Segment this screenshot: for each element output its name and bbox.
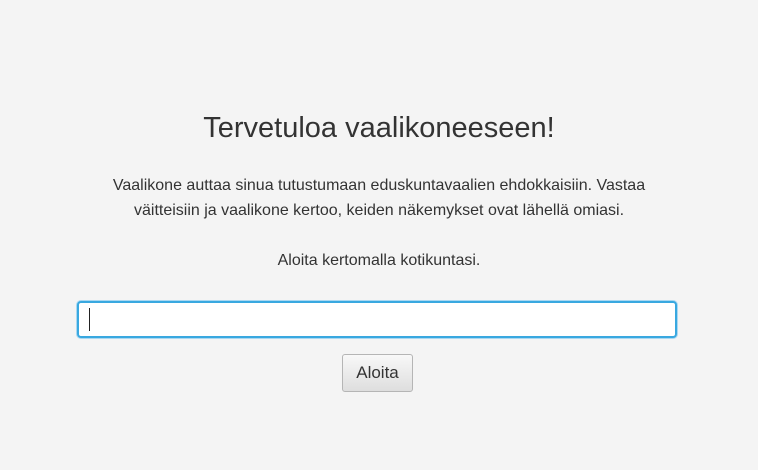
intro-line-2: väitteisiin ja vaalikone kertoo, keiden … — [133, 202, 625, 219]
page-title: Tervetuloa vaalikoneeseen! — [203, 112, 555, 144]
municipality-input[interactable] — [77, 301, 677, 338]
text-caret — [89, 308, 90, 331]
intro-text: Vaalikone auttaa sinua tutustumaan edusk… — [40, 173, 718, 223]
start-button[interactable]: Aloita — [342, 354, 413, 392]
municipality-prompt: Aloita kertomalla kotikuntasi. — [277, 252, 481, 269]
intro-line-1: Vaalikone auttaa sinua tutustumaan edusk… — [112, 177, 646, 194]
